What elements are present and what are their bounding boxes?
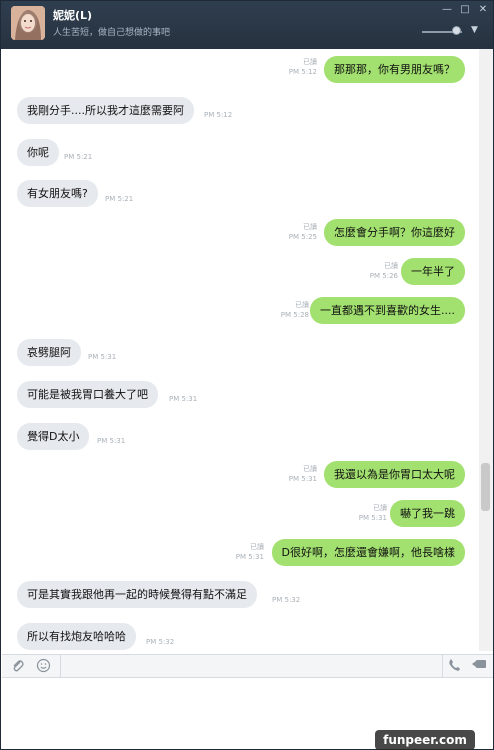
message-meta: 已讀 PM 5:28 [281,300,309,320]
message-time: PM 5:31 [88,353,117,361]
message-bubble-outgoing[interactable]: 我還以為是你胃口太大呢 [324,461,465,488]
read-receipt: 已讀 [250,543,264,551]
message-time: PM 5:26 [369,272,398,280]
message-bubble-incoming[interactable]: 所以有找炮友哈哈哈 [17,623,136,650]
message-bubble-incoming[interactable]: 我剛分手....所以我才這麼需要阿 [17,97,194,124]
zoom-slider-handle[interactable] [452,26,461,35]
message-bubble-outgoing[interactable]: 嚇了我一跳 [390,500,465,527]
message-time: PM 5:25 [288,233,317,241]
video-icon[interactable] [471,658,487,674]
message-time: PM 5:31 [169,395,198,403]
message-bubble-outgoing[interactable]: D很好啊，怎麼還會嫌啊，他長啥樣 [271,539,465,566]
message-time: PM 5:31 [288,475,317,483]
paperclip-icon[interactable] [11,658,24,677]
contact-status-message: 人生苦短，做自己想做的事吧 [53,28,171,38]
message-time: PM 5:21 [64,153,93,161]
close-icon[interactable]: ✕ [475,3,491,17]
read-receipt: 已讀 [303,465,317,473]
avatar[interactable] [11,6,45,40]
title-bar: 妮妮(L) 人生苦短，做自己想做的事吧 — □ ✕ ▼ [1,1,493,49]
message-bubble-incoming[interactable]: 哀劈腿阿 [17,339,81,366]
scrollbar-thumb[interactable] [481,463,490,511]
message-time: PM 5:32 [146,638,175,646]
message-time: PM 5:31 [235,553,264,561]
message-meta: 已讀 PM 5:31 [359,503,387,523]
message-time: PM 5:12 [204,111,233,119]
message-bubble-outgoing[interactable]: 那那那，你有男朋友嗎？ [324,56,465,83]
message-bubble-incoming[interactable]: 可能是被我胃口養大了吧 [17,381,158,408]
chevron-down-icon[interactable]: ▼ [471,25,478,35]
message-bubble-incoming[interactable]: 覺得D太小 [17,423,90,450]
read-receipt: 已讀 [373,504,387,512]
read-receipt: 已讀 [303,58,317,66]
message-bubble-incoming[interactable]: 有女朋友嗎? [17,180,98,207]
message-meta: 已讀 PM 5:31 [236,542,264,562]
message-bubble-outgoing[interactable]: 一直都遇不到喜歡的女生.... [310,297,465,324]
message-meta: 已讀 PM 5:25 [289,222,317,242]
message-time: PM 5:31 [97,437,126,445]
phone-icon[interactable] [448,658,461,676]
read-receipt: 已讀 [295,301,309,309]
minimize-icon[interactable]: — [439,3,455,17]
chat-window: 妮妮(L) 人生苦短，做自己想做的事吧 — □ ✕ ▼ 那那那，你有男朋友嗎？ … [0,0,494,750]
message-meta: 已讀 PM 5:12 [289,57,317,77]
message-bubble-outgoing[interactable]: 怎麼會分手啊？你這麼好 [324,219,465,246]
toolbar-divider [442,655,443,677]
smiley-icon[interactable] [36,658,51,677]
watermark: funpeer.com [375,730,475,750]
chat-messages-area[interactable]: 那那那，你有男朋友嗎？ 已讀 PM 5:12 我剛分手....所以我才這麼需要阿 … [2,49,479,651]
contact-name: 妮妮(L) [53,9,93,22]
chat-toolbar [2,654,493,678]
message-time: PM 5:21 [105,195,134,203]
message-time: PM 5:32 [272,596,301,604]
message-time: PM 5:12 [288,68,317,76]
message-meta: 已讀 PM 5:26 [370,261,398,281]
message-bubble-outgoing[interactable]: 一年半了 [401,258,465,285]
toolbar-divider [60,655,61,677]
message-bubble-incoming[interactable]: 可是其實我跟他再一起的時候覺得有點不滿足 [17,581,257,608]
message-bubble-incoming[interactable]: 你呢 [17,139,59,166]
read-receipt: 已讀 [303,223,317,231]
maximize-icon[interactable]: □ [457,3,473,17]
message-time: PM 5:28 [280,311,309,319]
message-time: PM 5:31 [358,514,387,522]
read-receipt: 已讀 [384,262,398,270]
chat-scrollbar[interactable] [479,49,493,651]
message-meta: 已讀 PM 5:31 [289,464,317,484]
